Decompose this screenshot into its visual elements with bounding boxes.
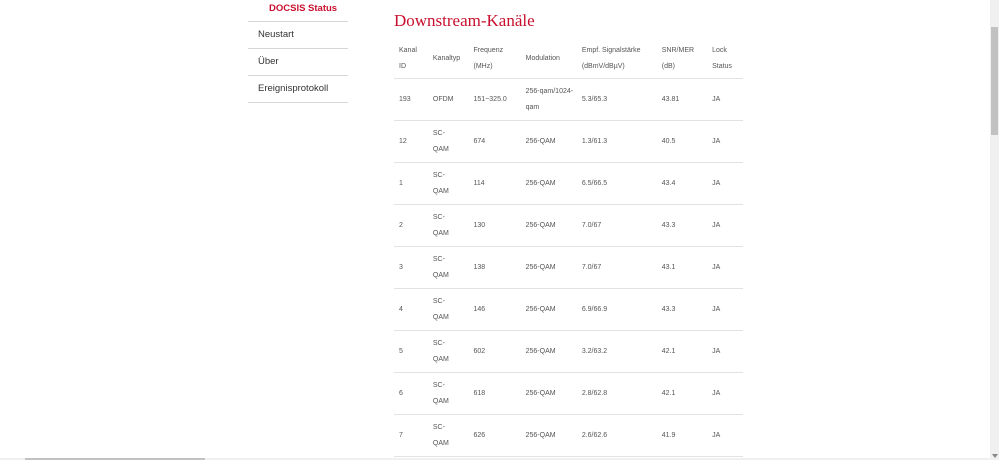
- sidebar-item-neustart[interactable]: Neustart: [248, 22, 348, 49]
- column-header-kanaltyp: Kanaltyp: [427, 40, 469, 79]
- scroll-down-arrow-icon[interactable]: [992, 454, 998, 458]
- column-header-modulation: Modulation: [520, 40, 577, 79]
- cell-lock-status: JA: [707, 372, 743, 415]
- cell-signalstaerke: 3.2/63.2: [576, 330, 657, 373]
- cell-modulation: 256-QAM: [520, 120, 577, 163]
- cell-modulation: 256-QAM: [520, 330, 577, 373]
- cell-snr: 40.5: [656, 120, 708, 163]
- cell-kanal-id: 1: [394, 162, 428, 205]
- cell-signalstaerke: 1.3/61.3: [576, 120, 657, 163]
- cell-snr: 41.9: [656, 414, 708, 457]
- cell-signalstaerke: 2.8/62.8: [576, 372, 657, 415]
- cell-lock-status: JA: [707, 414, 743, 457]
- cell-lock-status: JA: [707, 330, 743, 373]
- cell-modulation: 256-QAM: [520, 372, 577, 415]
- column-header-frequenz: Frequenz (MHz): [468, 40, 521, 79]
- cell-kanaltyp: SC- QAM: [427, 414, 469, 457]
- table-header-row: Kanal ID Kanaltyp Frequenz (MHz) Modulatio…: [394, 40, 743, 79]
- cell-kanal-id: 4: [394, 288, 428, 331]
- page-title: Downstream-Kanäle: [394, 11, 535, 30]
- cell-snr: 43.3: [656, 204, 708, 247]
- table-row: 12 SC- QAM 674 256-QAM 1.3/61.3 40.5 JA: [394, 120, 743, 163]
- cell-kanal-id: 5: [394, 330, 428, 373]
- cell-kanaltyp: SC- QAM: [427, 120, 469, 163]
- cell-frequenz: 146: [468, 288, 521, 331]
- table-row: 5 SC- QAM 602 256-QAM 3.2/63.2 42.1 JA: [394, 330, 743, 373]
- cell-kanaltyp: SC- QAM: [427, 330, 469, 373]
- cell-frequenz: 114: [468, 162, 521, 205]
- cell-kanal-id: 2: [394, 204, 428, 247]
- column-header-signalstaerke: Empf. Signalstärke (dBmV/dBµV): [576, 40, 657, 79]
- cell-signalstaerke: 6.5/66.5: [576, 162, 657, 205]
- cell-modulation: 256-QAM: [520, 288, 577, 331]
- cell-kanal-id: 6: [394, 372, 428, 415]
- cell-kanal-id: 12: [394, 120, 428, 163]
- cell-kanal-id: 3: [394, 246, 428, 289]
- cell-snr: 43.4: [656, 162, 708, 205]
- cell-frequenz: 674: [468, 120, 521, 163]
- cell-snr: 43.3: [656, 288, 708, 331]
- column-header-kanal-id: Kanal ID: [394, 40, 428, 79]
- cell-modulation: 256-QAM: [520, 204, 577, 247]
- cell-modulation: 256-qam/1024- qam: [520, 78, 577, 121]
- sidebar-item-ueber[interactable]: Über: [248, 49, 348, 76]
- cell-modulation: 256-QAM: [520, 246, 577, 289]
- downstream-channel-table: Kanal ID Kanaltyp Frequenz (MHz) Modulatio…: [394, 40, 743, 457]
- sidebar-nav: DOCSIS Status Neustart Über Ereignisprot…: [248, 0, 348, 103]
- cell-frequenz: 602: [468, 330, 521, 373]
- sidebar-item-docsis-status[interactable]: DOCSIS Status: [248, 0, 348, 22]
- cell-kanaltyp: SC- QAM: [427, 162, 469, 205]
- vertical-scrollbar-thumb[interactable]: [991, 27, 998, 135]
- cell-modulation: 256-QAM: [520, 414, 577, 457]
- cell-modulation: 256-QAM: [520, 162, 577, 205]
- table-row: 4 SC- QAM 146 256-QAM 6.9/66.9 43.3 JA: [394, 288, 743, 331]
- cell-kanaltyp: SC- QAM: [427, 288, 469, 331]
- vertical-scrollbar[interactable]: [990, 0, 999, 460]
- cell-signalstaerke: 7.0/67: [576, 246, 657, 289]
- cell-lock-status: JA: [707, 288, 743, 331]
- table-row: 6 SC- QAM 618 256-QAM 2.8/62.8 42.1 JA: [394, 372, 743, 415]
- cell-snr: 42.1: [656, 372, 708, 415]
- table-row: 1 SC- QAM 114 256-QAM 6.5/66.5 43.4 JA: [394, 162, 743, 205]
- cell-frequenz: 138: [468, 246, 521, 289]
- cell-kanal-id: 193: [394, 78, 428, 121]
- cell-kanal-id: 7: [394, 414, 428, 457]
- cell-lock-status: JA: [707, 162, 743, 205]
- cell-kanaltyp: SC- QAM: [427, 246, 469, 289]
- cell-signalstaerke: 2.6/62.6: [576, 414, 657, 457]
- cell-snr: 43.81: [656, 78, 708, 121]
- column-header-lock-status: Lock Status: [707, 40, 743, 79]
- cell-lock-status: JA: [707, 78, 743, 121]
- cell-lock-status: JA: [707, 120, 743, 163]
- table-row: 2 SC- QAM 130 256-QAM 7.0/67 43.3 JA: [394, 204, 743, 247]
- table-row: 193 OFDM 151~325.0 256-qam/1024- qam 5.3/…: [394, 78, 743, 121]
- cell-kanaltyp: SC- QAM: [427, 372, 469, 415]
- cell-kanaltyp: SC- QAM: [427, 204, 469, 247]
- cell-lock-status: JA: [707, 204, 743, 247]
- cell-lock-status: JA: [707, 246, 743, 289]
- cell-snr: 43.1: [656, 246, 708, 289]
- cell-signalstaerke: 5.3/65.3: [576, 78, 657, 121]
- cell-frequenz: 626: [468, 414, 521, 457]
- cell-signalstaerke: 6.9/66.9: [576, 288, 657, 331]
- table-row: 7 SC- QAM 626 256-QAM 2.6/62.6 41.9 JA: [394, 414, 743, 457]
- cell-signalstaerke: 7.0/67: [576, 204, 657, 247]
- cell-snr: 42.1: [656, 330, 708, 373]
- column-header-snr-mer: SNR/MER (dB): [656, 40, 708, 79]
- cell-kanaltyp: OFDM: [427, 78, 469, 121]
- cell-frequenz: 130: [468, 204, 521, 247]
- sidebar-item-ereignisprotokoll[interactable]: Ereignisprotokoll: [248, 76, 348, 103]
- table-row: 3 SC- QAM 138 256-QAM 7.0/67 43.1 JA: [394, 246, 743, 289]
- cell-frequenz: 151~325.0: [468, 78, 521, 121]
- cell-frequenz: 618: [468, 372, 521, 415]
